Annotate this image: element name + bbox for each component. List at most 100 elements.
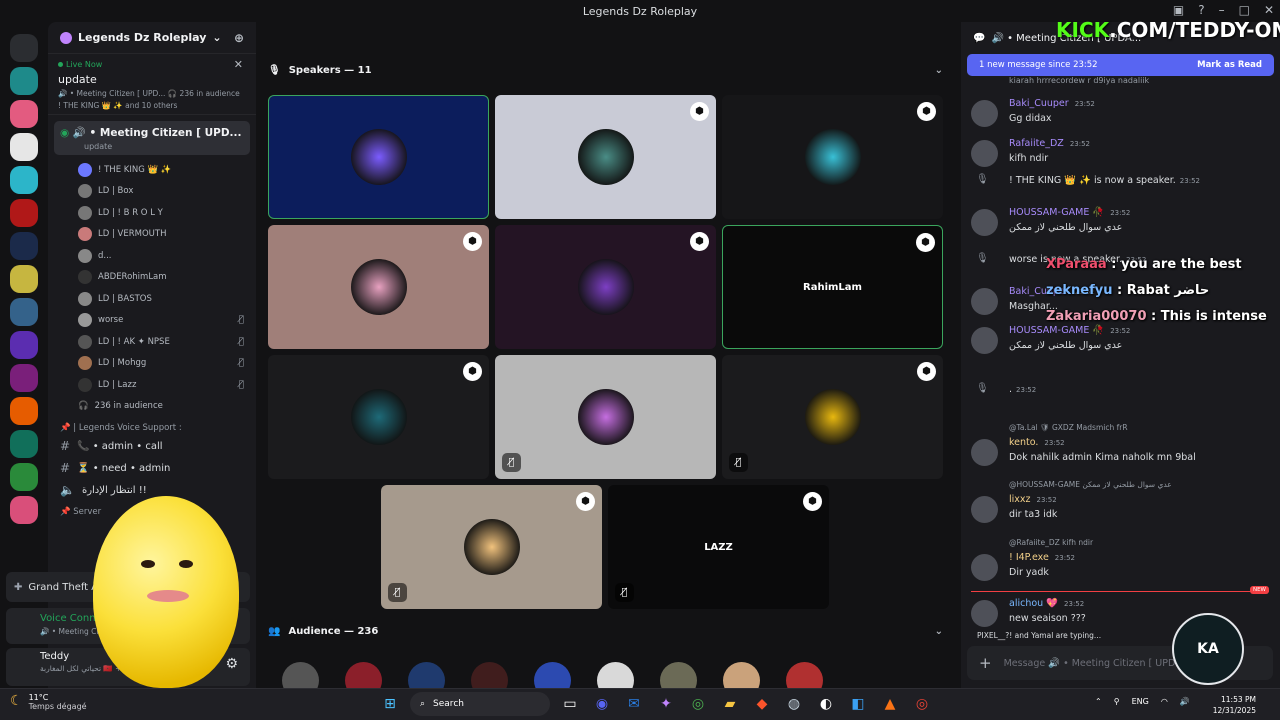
- weather-widget[interactable]: ☾ 11°C Temps dégagé: [10, 693, 87, 711]
- taskbar-search[interactable]: ⌕ Search: [410, 692, 550, 716]
- message-author[interactable]: alichou 💖 23:52: [1009, 598, 1084, 609]
- chevron-down-icon[interactable]: ⌄: [935, 626, 943, 637]
- message-author[interactable]: Baki_Cuuper 23:52: [1009, 98, 1095, 109]
- message-author[interactable]: kento. 23:52: [1009, 437, 1065, 448]
- audience-count-row[interactable]: 🎧 236 in audience: [48, 396, 256, 418]
- outlook-icon[interactable]: ✉: [622, 692, 646, 716]
- message-author[interactable]: ! I4P.exe 23:52: [1009, 552, 1075, 563]
- windows-start-icon[interactable]: ⊞: [378, 692, 402, 716]
- server-icon[interactable]: [10, 100, 38, 128]
- app-icon[interactable]: ▲: [878, 692, 902, 716]
- server-icon[interactable]: [10, 232, 38, 260]
- vscode-icon[interactable]: ◧: [846, 692, 870, 716]
- speaker-tile[interactable]: ⬢ 🎙̸: [381, 485, 602, 609]
- chrome-icon[interactable]: ◎: [686, 692, 710, 716]
- minimize-icon[interactable]: –: [1219, 3, 1225, 17]
- system-clock[interactable]: 11:53 PM 12/31/2025: [1213, 694, 1256, 716]
- speaker-tile[interactable]: 🎙̸: [495, 355, 716, 479]
- wifi-icon[interactable]: ◠: [1161, 697, 1168, 706]
- stage-member[interactable]: LD | ! B R O L Y: [48, 202, 256, 224]
- message-author[interactable]: Rafaiite_DZ 23:52: [1009, 138, 1090, 149]
- stage-channel-active[interactable]: ◉ 🔊 • Meeting Citizen [ UPD... update: [54, 121, 250, 155]
- speaker-tile[interactable]: ⬢: [495, 95, 716, 219]
- stage-member[interactable]: LD | Box: [48, 181, 256, 203]
- brave-icon[interactable]: ◆: [750, 692, 774, 716]
- moderator-badge-icon[interactable]: ⬢: [803, 492, 822, 511]
- discord-icon[interactable]: ◉: [590, 692, 614, 716]
- moderator-badge-icon[interactable]: ⬢: [917, 102, 936, 121]
- channel-admin-call[interactable]: # 📞 • admin • call: [48, 435, 256, 457]
- server-icon[interactable]: [10, 133, 38, 161]
- stage-member[interactable]: worse 🎙̸: [48, 310, 256, 332]
- moderator-badge-icon[interactable]: ⬢: [917, 362, 936, 381]
- server-icon[interactable]: [10, 265, 38, 293]
- obs-icon[interactable]: ◐: [814, 692, 838, 716]
- speaker-tile[interactable]: ⬢: [268, 355, 489, 479]
- audience-header[interactable]: 👥 Audience — 236 ⌄: [268, 622, 943, 640]
- message-author[interactable]: HOUSSAM-GAME 🥀 23:52: [1009, 325, 1130, 336]
- stage-member[interactable]: ABDERohimLam: [48, 267, 256, 289]
- inbox-icon[interactable]: ▣: [1173, 3, 1184, 17]
- category-voice-support[interactable]: 📌 | Legends Voice Support :: [48, 417, 256, 435]
- moderator-badge-icon[interactable]: ⬢: [690, 232, 709, 251]
- stage-member[interactable]: LD | Lazz 🎙̸: [48, 374, 256, 396]
- channel-need-admin[interactable]: # ⏳ • need • admin: [48, 457, 256, 479]
- stage-member[interactable]: ! THE KING 👑 ✨: [48, 159, 256, 181]
- direct-messages-icon[interactable]: [10, 34, 38, 62]
- lang-indicator[interactable]: ENG: [1132, 697, 1149, 706]
- moderator-badge-icon[interactable]: ⬢: [576, 492, 595, 511]
- steam-icon[interactable]: ◍: [782, 692, 806, 716]
- server-icon[interactable]: [10, 463, 38, 491]
- file-explorer-icon[interactable]: ▰: [718, 692, 742, 716]
- reply-preview[interactable]: @Rafaiite_DZ kifh ndir: [1009, 538, 1093, 547]
- mark-as-read-button[interactable]: Mark as Read: [1197, 60, 1262, 70]
- server-icon[interactable]: [10, 166, 38, 194]
- speaker-tile[interactable]: LAZZ ⬢ 🎙̸: [608, 485, 829, 609]
- reply-preview[interactable]: @HOUSSAM-GAME عدي سوال طلحني لاز ممكن: [1009, 480, 1172, 489]
- close-window-icon[interactable]: ✕: [1264, 3, 1274, 17]
- message-author[interactable]: HOUSSAM-GAME 🥀 23:52: [1009, 207, 1130, 218]
- copilot-icon[interactable]: ✦: [654, 692, 678, 716]
- speaker-tile[interactable]: ⬢: [495, 225, 716, 349]
- chevron-up-icon[interactable]: ⌃: [1095, 697, 1102, 706]
- stage-member[interactable]: LD | BASTOS: [48, 288, 256, 310]
- stage-member[interactable]: LD | Mohgg 🎙̸: [48, 353, 256, 375]
- volume-icon[interactable]: 🔊: [1180, 697, 1190, 706]
- speaker-tile[interactable]: ⬢: [722, 95, 943, 219]
- speakers-header[interactable]: 🎙 Speakers — 11 ⌄: [268, 61, 943, 79]
- moderator-badge-icon[interactable]: ⬢: [916, 233, 935, 252]
- plus-icon[interactable]: +: [979, 654, 992, 672]
- speaker-tile[interactable]: ⬢: [268, 225, 489, 349]
- chrome-icon[interactable]: ◎: [910, 692, 934, 716]
- reply-preview[interactable]: @Ta.Lal 🛡 GXDZ Madsmich frR: [1009, 423, 1128, 432]
- server-icon[interactable]: [10, 397, 38, 425]
- message-author[interactable]: lixxz 23:52: [1009, 494, 1057, 505]
- server-header[interactable]: Legends Dz Roleplay ⌄ ⊕: [48, 22, 256, 54]
- stage-member[interactable]: LD | VERMOUTH: [48, 224, 256, 246]
- new-messages-bar[interactable]: 1 new message since 23:52 Mark as Read: [967, 54, 1274, 76]
- moderator-badge-icon[interactable]: ⬢: [690, 102, 709, 121]
- task-view-icon[interactable]: ▭: [558, 692, 582, 716]
- moderator-badge-icon[interactable]: ⬢: [463, 362, 482, 381]
- server-icon[interactable]: [10, 496, 38, 524]
- stage-member[interactable]: d...: [48, 245, 256, 267]
- speaker-tile[interactable]: [268, 95, 489, 219]
- usb-icon[interactable]: ⚲: [1114, 697, 1120, 706]
- server-icon[interactable]: [10, 199, 38, 227]
- server-icon[interactable]: [10, 67, 38, 95]
- maximize-icon[interactable]: □: [1239, 3, 1250, 17]
- chevron-down-icon[interactable]: ⌄: [935, 65, 943, 76]
- server-icon[interactable]: [10, 331, 38, 359]
- help-icon[interactable]: ?: [1198, 3, 1204, 17]
- server-icon[interactable]: [10, 430, 38, 458]
- server-icon[interactable]: [10, 364, 38, 392]
- close-icon[interactable]: ✕: [234, 58, 243, 71]
- settings-gear-icon[interactable]: ⚙: [225, 656, 238, 672]
- speaker-tile[interactable]: RahimLam ⬢: [722, 225, 943, 349]
- speaker-tile[interactable]: ⬢ 🎙̸: [722, 355, 943, 479]
- moderator-badge-icon[interactable]: ⬢: [463, 232, 482, 251]
- live-now-card[interactable]: Live Now update 🔊 • Meeting Citizen [ UP…: [48, 54, 256, 115]
- stage-member[interactable]: LD | ! AK ✦ NPSE 🎙̸: [48, 331, 256, 353]
- server-icon[interactable]: [10, 298, 38, 326]
- invite-people-icon[interactable]: ⊕: [234, 31, 244, 45]
